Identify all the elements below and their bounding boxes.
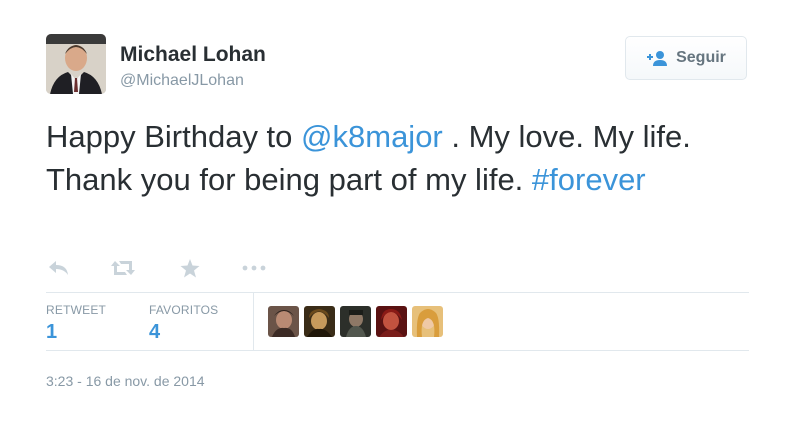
user-avatar-2-icon — [304, 306, 335, 337]
favoriter-avatar[interactable] — [268, 306, 299, 337]
tweet-timestamp[interactable]: 3:23 - 16 de nov. de 2014 — [46, 373, 205, 389]
tweet-text: Happy Birthday to @k8major . My love. My… — [46, 115, 746, 201]
favorite-button[interactable] — [180, 254, 200, 282]
user-avatar-5-icon — [412, 306, 443, 337]
user-avatar-4-icon — [376, 306, 407, 337]
favorites-label: FAVORITOS — [149, 303, 219, 317]
reply-icon — [49, 261, 68, 275]
retweets-label: RETWEET — [46, 303, 107, 317]
profile-photo-icon — [46, 34, 106, 94]
retweets-count[interactable]: 1 — [46, 321, 57, 344]
retweet-icon — [111, 261, 135, 275]
favoriter-avatar[interactable] — [376, 306, 407, 337]
more-button[interactable] — [242, 254, 266, 282]
divider-top — [46, 292, 749, 293]
follow-button-label: Seguir — [676, 49, 726, 66]
reply-button[interactable] — [48, 254, 70, 282]
hashtag-link[interactable]: #forever — [532, 162, 646, 197]
favorites-count[interactable]: 4 — [149, 321, 160, 344]
retweet-button[interactable] — [110, 254, 136, 282]
favoriter-avatar[interactable] — [304, 306, 335, 337]
more-icon — [242, 265, 266, 271]
favoriter-avatar[interactable] — [340, 306, 371, 337]
user-name[interactable]: Michael Lohan — [120, 43, 266, 67]
follow-button[interactable]: Seguir — [625, 36, 747, 80]
favoriter-avatar[interactable] — [412, 306, 443, 337]
stats-divider — [253, 292, 254, 350]
add-user-icon — [647, 51, 668, 66]
tweet-text-part-1: Happy Birthday to — [46, 119, 302, 154]
divider-bottom — [46, 350, 749, 351]
user-avatar-3-icon — [340, 306, 371, 337]
avatar[interactable] — [46, 34, 106, 94]
mention-link[interactable]: @k8major — [301, 119, 443, 154]
star-icon — [180, 258, 200, 277]
user-avatar-1-icon — [268, 306, 299, 337]
user-handle[interactable]: @MichaelJLohan — [120, 72, 244, 90]
favoriters-list — [268, 306, 443, 337]
